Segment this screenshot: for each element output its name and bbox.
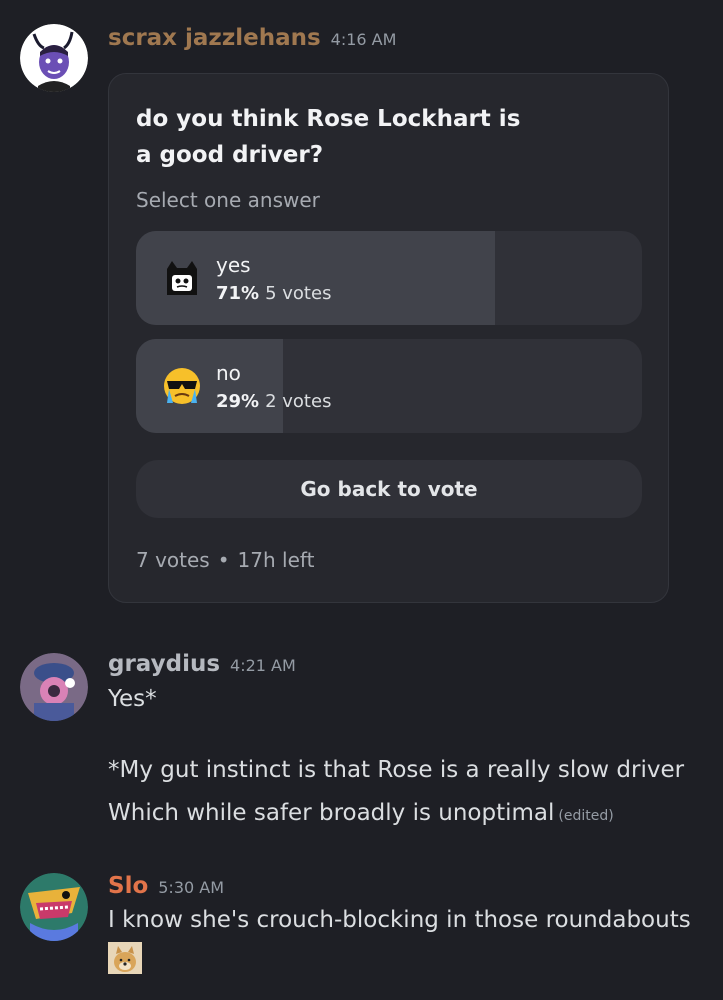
message-text: *My gut instinct is that Rose is a reall…: [108, 757, 685, 783]
message-header: scrax jazzlehans 4:16 AM: [108, 25, 396, 51]
message-text-edited-line: Which while safer broadly is unoptimal (e…: [108, 800, 614, 826]
user-avatar-icon: [20, 653, 88, 721]
poll-option-no-fill: [136, 339, 283, 433]
poll-option-no[interactable]: no 29% 2 votes: [136, 339, 642, 433]
poll-card: do you think Rose Lockhart is a good dri…: [108, 73, 669, 603]
poll-total-votes[interactable]: 7 votes: [136, 548, 210, 572]
poll-option-label: no: [216, 361, 241, 385]
message-text: Yes*: [108, 686, 157, 712]
message-header: Slo 5:30 AM: [108, 873, 224, 899]
cat-girl-emoji-icon: [167, 261, 197, 295]
avatar[interactable]: [20, 24, 88, 92]
avatar[interactable]: [20, 653, 88, 721]
message-text: I know she's crouch-blocking in those ro…: [108, 907, 691, 933]
message-header: graydius 4:21 AM: [108, 651, 296, 677]
username[interactable]: graydius: [108, 651, 220, 677]
poll-option-stats: 71% 5 votes: [216, 283, 331, 304]
poll-question: do you think Rose Lockhart is a good dri…: [136, 106, 521, 168]
poll-option-votes: 5 votes: [265, 283, 332, 304]
poll-option-percent: 71%: [216, 283, 260, 304]
edited-marker: (edited): [558, 808, 614, 824]
message-text: Which while safer broadly is unoptimal: [108, 800, 555, 826]
username[interactable]: Slo: [108, 873, 148, 899]
user-avatar-icon: [20, 24, 88, 92]
go-back-to-vote-button[interactable]: Go back to vote: [136, 460, 642, 518]
poll-instruction: Select one answer: [136, 188, 320, 212]
timestamp: 4:21 AM: [230, 656, 296, 675]
timestamp: 5:30 AM: [158, 878, 225, 897]
poll-time-left: 17h left: [237, 548, 315, 572]
separator: •: [217, 548, 230, 572]
avatar[interactable]: [20, 873, 88, 941]
crying-sunglasses-emoji-icon: [164, 368, 200, 404]
username[interactable]: scrax jazzlehans: [108, 25, 321, 51]
poll-option-label: yes: [216, 253, 251, 277]
poll-option-percent: 29%: [216, 391, 260, 412]
poll-footer: 7 votes • 17h left: [136, 548, 314, 572]
timestamp: 4:16 AM: [330, 30, 397, 49]
poll-option-stats: 29% 2 votes: [216, 391, 331, 412]
doge-emoji-icon: [108, 942, 142, 974]
user-avatar-icon: [20, 873, 88, 941]
poll-option-votes: 2 votes: [265, 391, 332, 412]
poll-option-yes[interactable]: yes 71% 5 votes: [136, 231, 642, 325]
